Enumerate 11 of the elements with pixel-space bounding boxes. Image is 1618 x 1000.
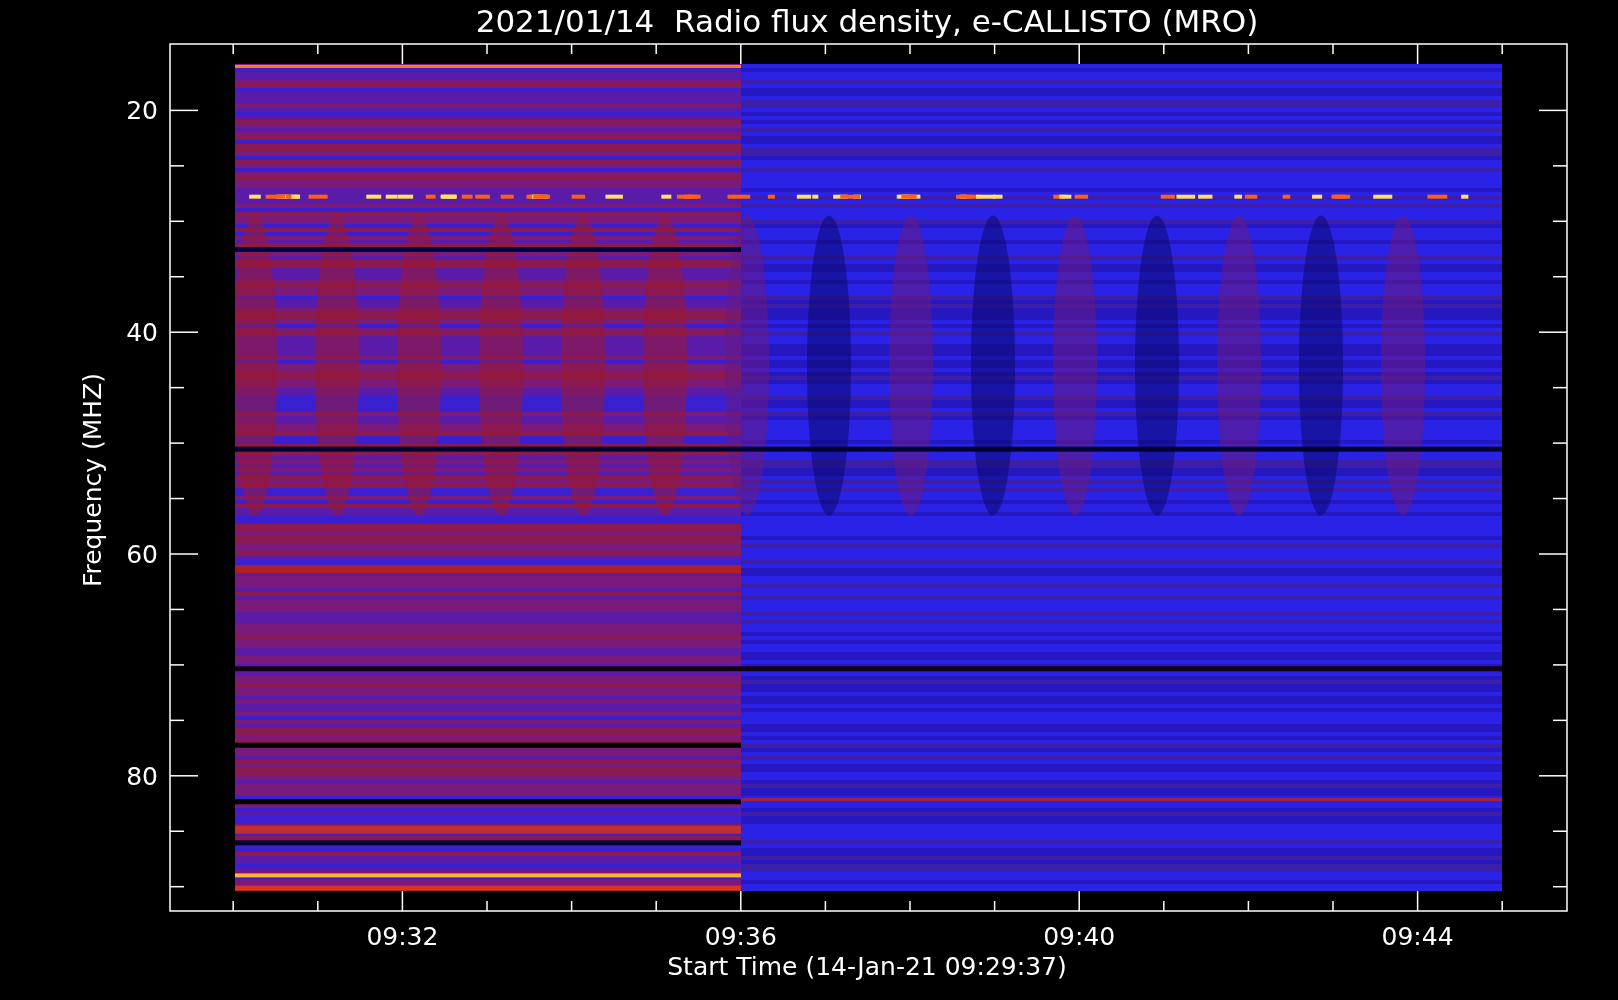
axis-tick-label: 80 bbox=[126, 761, 158, 791]
axis-tick-label: 09:32 bbox=[366, 922, 439, 951]
axis-tick-label: 09:40 bbox=[1043, 922, 1116, 951]
axis-tick-label: 40 bbox=[126, 318, 158, 348]
axis-tick-label: 20 bbox=[126, 96, 158, 126]
axis-tick-label: 60 bbox=[126, 540, 158, 569]
chart-title: 2021/01/14 Radio flux density, e-CALLISTO (MRO) bbox=[475, 3, 1259, 39]
axis-tick-label: 09:36 bbox=[704, 922, 777, 951]
x-axis-label: Start Time (14-Jan-21 09:29:37) bbox=[667, 952, 1067, 981]
axis-tick-label: 09:44 bbox=[1381, 922, 1454, 951]
y-axis-label: Frequency (MHZ) bbox=[78, 372, 107, 588]
